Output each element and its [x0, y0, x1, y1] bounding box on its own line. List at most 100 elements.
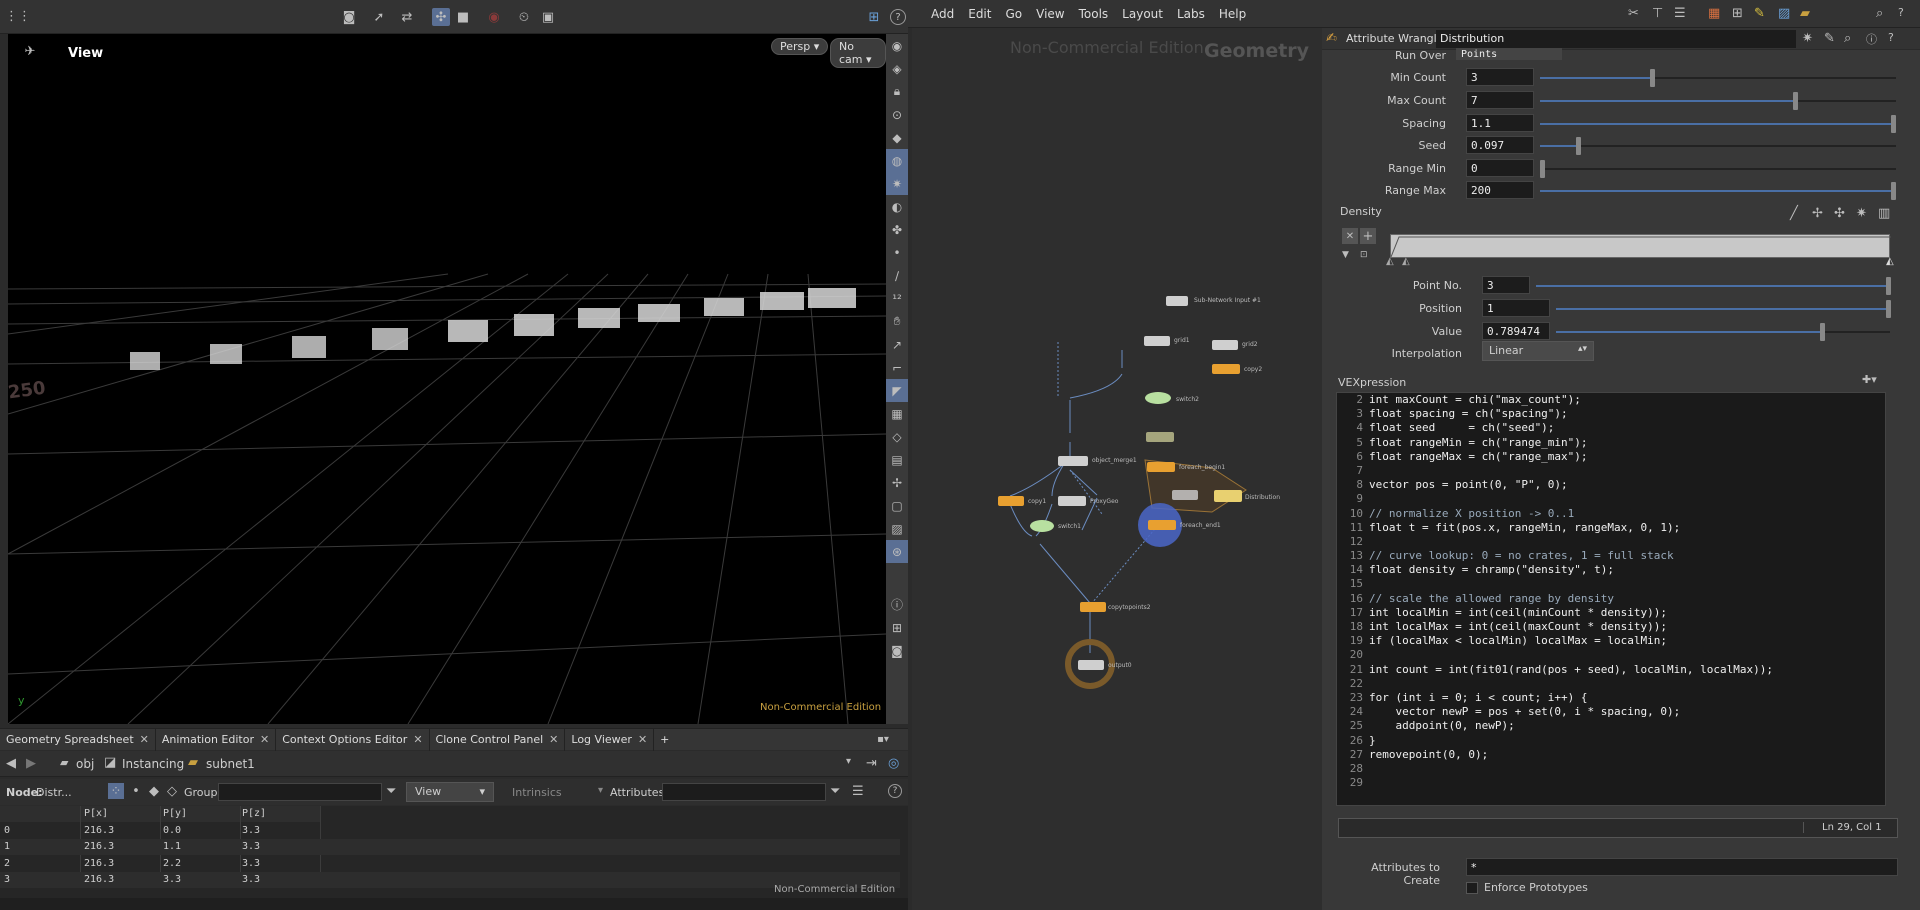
path-dropdown-icon[interactable]: ▾: [846, 756, 851, 767]
image-icon[interactable]: ▨: [1778, 6, 1790, 21]
light-icon[interactable]: ◍: [886, 149, 908, 172]
link-icon[interactable]: ◎: [888, 756, 899, 771]
value-slider[interactable]: [1556, 323, 1890, 341]
code-line[interactable]: 29: [1337, 776, 1885, 790]
node-output[interactable]: output0: [1108, 662, 1132, 669]
path-root[interactable]: obj: [76, 757, 94, 771]
display-icon[interactable]: ▣: [540, 9, 556, 25]
display-options-icon[interactable]: ◈: [886, 57, 908, 80]
menu-tools[interactable]: Tools: [1072, 0, 1116, 28]
column-header-pz[interactable]: P[z]: [242, 806, 266, 822]
menu-go[interactable]: Go: [998, 0, 1029, 28]
spacing-field[interactable]: 1.1: [1466, 114, 1534, 132]
code-line[interactable]: 27 removepoint(0, 0);: [1337, 748, 1885, 762]
position-field[interactable]: 1: [1482, 299, 1550, 317]
vex-options-icon[interactable]: ✚▾: [1862, 373, 1877, 386]
tab-log-viewer[interactable]: Log Viewer ✕: [565, 729, 655, 751]
camera-menu[interactable]: No cam ▾: [830, 38, 886, 68]
tab-clone-control-panel[interactable]: Clone Control Panel ✕: [430, 729, 566, 751]
measure-icon[interactable]: ⌐: [886, 356, 908, 379]
ramp-key-icon[interactable]: ◭: [1386, 256, 1394, 267]
select-icon[interactable]: ➚: [370, 9, 388, 25]
palette-icon[interactable]: ▦: [1708, 6, 1720, 21]
ramp-add-icon[interactable]: ✣: [1834, 206, 1845, 221]
close-icon[interactable]: ✕: [638, 733, 647, 746]
box-icon[interactable]: ■: [455, 9, 471, 25]
close-icon[interactable]: ✕: [140, 733, 149, 746]
pin-icon[interactable]: ⊙: [886, 103, 908, 126]
code-line[interactable]: 26}: [1337, 734, 1885, 748]
help-icon[interactable]: ?: [1898, 6, 1904, 19]
code-line[interactable]: 22: [1337, 677, 1885, 691]
slider-knob[interactable]: [1886, 300, 1891, 318]
tab-animation-editor[interactable]: Animation Editor ✕: [156, 729, 277, 751]
table-row[interactable]: 1 216.3 1.1 3.3: [0, 839, 900, 855]
search-icon[interactable]: ⌕: [1844, 31, 1851, 46]
vex-code-editor[interactable]: 2 int maxCount = chi("max_count"); 3 float …: [1336, 392, 1886, 806]
max-count-field[interactable]: 7: [1466, 91, 1534, 109]
wire-icon[interactable]: ✤: [886, 218, 908, 241]
table-row[interactable]: 0 216.3 0.0 3.3: [0, 823, 900, 839]
slider-knob[interactable]: [1650, 69, 1656, 87]
view-dropdown[interactable]: View ▾: [406, 782, 494, 802]
diamond-icon[interactable]: ◇: [886, 425, 908, 448]
brush-icon[interactable]: ✎: [1824, 31, 1835, 46]
chevron-down-icon[interactable]: ▾: [598, 785, 603, 796]
slider-knob[interactable]: [1886, 277, 1891, 295]
image-icon[interactable]: ▨: [886, 517, 908, 540]
table-row[interactable]: 3 216.3 3.3 3.3: [0, 872, 900, 888]
intrinsics-dropdown[interactable]: Intrinsics: [512, 786, 562, 799]
close-icon[interactable]: ✕: [260, 733, 269, 746]
sphere-icon[interactable]: ◐: [886, 195, 908, 218]
grid-menu-icon[interactable]: ⋮⋮: [5, 8, 31, 24]
collapse-icon[interactable]: ▼: [1342, 250, 1349, 260]
lock-icon[interactable]: 🔒︎: [886, 80, 908, 103]
camera-icon[interactable]: ◙: [340, 9, 358, 25]
vector-icon[interactable]: ↗: [886, 333, 908, 356]
primitives-icon[interactable]: ◆: [146, 783, 162, 799]
density-ramp[interactable]: [1390, 234, 1891, 258]
enforce-prototypes-checkbox[interactable]: [1466, 882, 1478, 894]
detail-icon[interactable]: ◇: [164, 783, 180, 799]
node-copytopoints[interactable]: copytopoints2: [1108, 604, 1151, 611]
min-count-slider[interactable]: [1540, 69, 1896, 87]
menu-edit[interactable]: Edit: [961, 0, 998, 28]
point-no-slider[interactable]: [1536, 277, 1891, 295]
node-name-field[interactable]: Distribution: [1436, 30, 1796, 48]
help-icon[interactable]: ?: [890, 9, 906, 25]
code-line[interactable]: 25 addpoint(0, newP);: [1337, 719, 1885, 733]
close-icon[interactable]: ✕: [413, 733, 422, 746]
node-distribution[interactable]: Distribution: [1245, 494, 1280, 501]
table-row[interactable]: 2 216.3 2.2 3.3: [0, 856, 900, 872]
horizontal-scrollbar[interactable]: [0, 898, 908, 910]
menu-labs[interactable]: Labs: [1170, 0, 1212, 28]
transform-icon[interactable]: ⇄: [398, 9, 416, 25]
filter-icon[interactable]: ⏷: [386, 784, 396, 799]
range-min-field[interactable]: 0: [1466, 159, 1534, 177]
value-field[interactable]: 0.789474: [1482, 322, 1550, 340]
code-line[interactable]: 24 vector newP = pos + set(0, i * spacin…: [1337, 705, 1885, 719]
column-header-px[interactable]: P[x]: [84, 806, 108, 822]
network-editor[interactable]: Non-Commercial Edition Geometry Sub-Netw…: [912, 28, 1322, 910]
vertices-icon[interactable]: •: [128, 783, 144, 799]
point-icon[interactable]: •: [886, 241, 908, 264]
points-icon[interactable]: ⁘: [108, 783, 124, 799]
spacing-slider[interactable]: [1540, 115, 1896, 133]
snap-icon[interactable]: ✣: [432, 8, 450, 26]
ramp-key-icon[interactable]: ◭: [1402, 256, 1410, 267]
menu-add[interactable]: Add: [924, 0, 961, 28]
menu-help[interactable]: Help: [1212, 0, 1253, 28]
search-icon[interactable]: ⌕: [1876, 6, 1883, 21]
network-grid-icon[interactable]: ⊞: [1732, 6, 1743, 21]
node-grid1[interactable]: grid1: [1174, 337, 1190, 344]
slider-knob[interactable]: [1819, 323, 1825, 341]
code-line[interactable]: 11 float t = fit(pos.x, rangeMin, rangeMa…: [1337, 521, 1885, 535]
node-copy1[interactable]: copy1: [1028, 498, 1046, 505]
seed-slider[interactable]: [1540, 137, 1896, 155]
3d-viewport[interactable]: ✈ View Persp ▾ No cam ▾ 250 y Non-Commer…: [8, 34, 886, 724]
brush-icon[interactable]: ∕: [886, 264, 908, 287]
columns-icon[interactable]: ☰: [852, 784, 864, 799]
attributes-input[interactable]: [662, 783, 826, 801]
code-line[interactable]: 7: [1337, 464, 1885, 478]
persp-menu[interactable]: Persp ▾: [771, 38, 829, 55]
